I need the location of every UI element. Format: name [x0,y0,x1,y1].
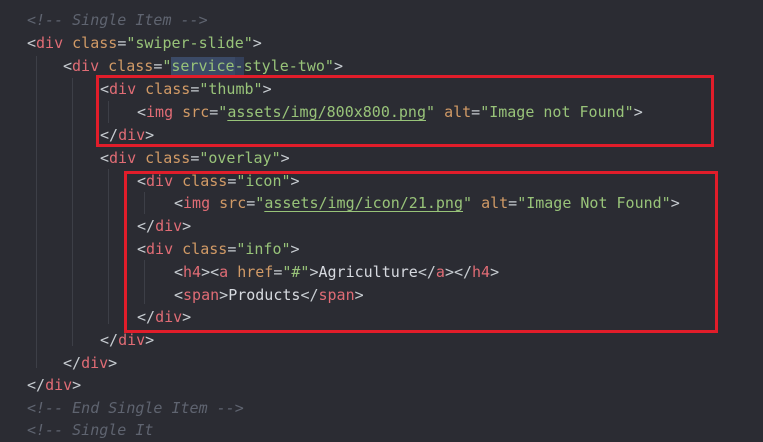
code-line-18: <!-- End Single Item --> [27,397,244,420]
code-line-19: <!-- Single It [27,419,153,442]
code-editor[interactable]: <!-- Single Item --> <div class="swiper-… [0,0,763,439]
highlight-box-thumb [96,75,714,147]
comment: <!-- End Single Item --> [27,399,244,417]
indent-guide [108,169,109,324]
indent-guide [72,78,73,346]
code-line-2: <div class="swiper-slide"> [27,34,262,52]
highlight-box-overlay-content [124,171,718,333]
indent-guide [36,56,37,368]
comment: <!-- Single Item --> [27,11,208,29]
code-line-16: </div> [63,354,118,372]
code-line-7: <div class="overlay"> [100,149,290,167]
comment: <!-- Single It [27,421,154,439]
code-line-17: </div> [27,376,82,394]
selected-text: service [171,57,235,75]
code-line-1: <!-- Single Item --> [27,9,208,32]
